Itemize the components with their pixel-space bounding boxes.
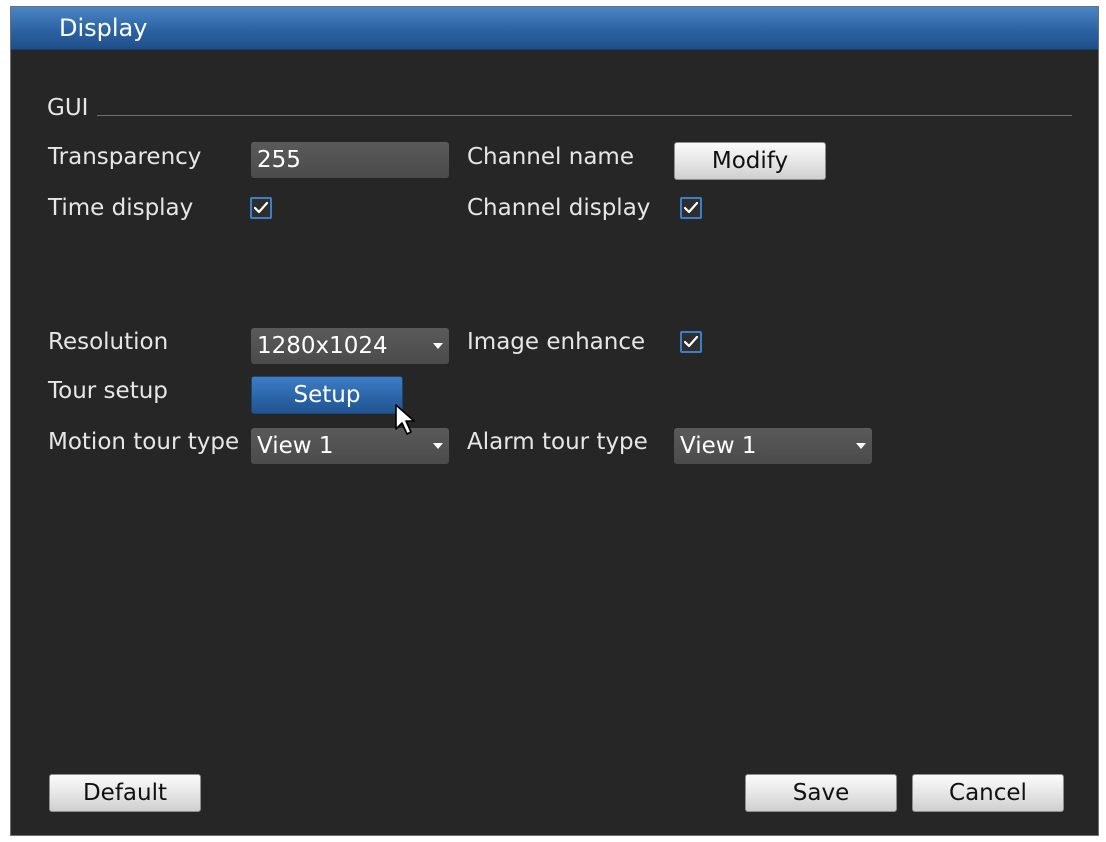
alarm-tour-type-value: View 1 (680, 433, 757, 459)
resolution-select[interactable]: 1280x1024 (251, 328, 449, 364)
window-title: Display (59, 14, 148, 42)
caret-down-icon (433, 443, 443, 449)
motion-tour-type-value: View 1 (257, 433, 334, 459)
transparency-input[interactable]: 255 (251, 142, 449, 178)
resolution-value: 1280x1024 (257, 333, 388, 359)
caret-down-icon (856, 443, 866, 449)
resolution-label: Resolution (48, 329, 169, 355)
checkmark-icon (253, 201, 269, 214)
image-enhance-checkbox[interactable] (680, 331, 702, 353)
tour-setup-label: Tour setup (48, 378, 168, 404)
checkmark-icon (683, 201, 699, 214)
save-button[interactable]: Save (745, 774, 897, 812)
mouse-pointer-icon (395, 404, 415, 435)
channel-display-label: Channel display (467, 195, 651, 221)
time-display-label: Time display (48, 195, 194, 221)
image-enhance-label: Image enhance (467, 329, 646, 355)
motion-tour-type-label: Motion tour type (48, 429, 240, 455)
channel-display-checkbox[interactable] (680, 197, 702, 219)
title-bar: Display (11, 7, 1098, 50)
alarm-tour-type-label: Alarm tour type (467, 429, 648, 455)
transparency-label: Transparency (48, 144, 202, 170)
setup-button[interactable]: Setup (251, 376, 403, 414)
display-window: Display GUI Transparency 255 Channel nam… (10, 6, 1099, 836)
cancel-button[interactable]: Cancel (912, 774, 1064, 812)
alarm-tour-type-select[interactable]: View 1 (674, 428, 872, 464)
caret-down-icon (433, 343, 443, 349)
default-button[interactable]: Default (49, 774, 201, 812)
section-label-gui: GUI (47, 95, 89, 121)
section-divider (97, 115, 1072, 116)
channel-name-label: Channel name (467, 144, 634, 170)
time-display-checkbox[interactable] (250, 197, 272, 219)
modify-button[interactable]: Modify (674, 142, 826, 180)
checkmark-icon (683, 335, 699, 348)
